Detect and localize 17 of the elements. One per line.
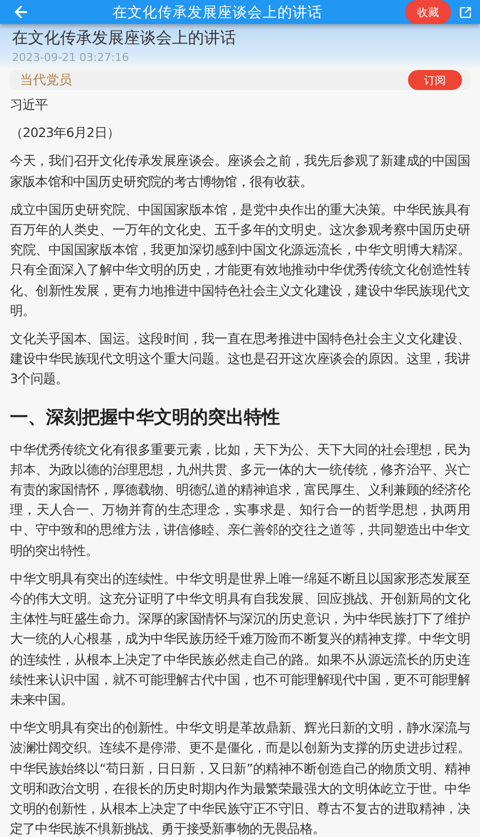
channel-name: 当代党员 bbox=[20, 72, 72, 89]
body-paragraph: （2023年6月2日） bbox=[10, 125, 120, 144]
external-link-icon[interactable] bbox=[459, 6, 472, 18]
section-heading: 一、深刻把握中华文明的突出特性 bbox=[10, 406, 281, 429]
body-paragraph: 中华优秀传统文化有很多重要元素，比如，天下为公、天下大同的社会理想，民为邦本、为政以德的治理思想，九州共贯、多元一体的大一统传统，修齐治平、兴亡有责的家国情怀，厚德载物、明德弘道的精神追求，富民厚生、义利兼顾的经济伦理，天人合一、万物并育的生态理念，实事求是、知行合一的哲学思想，执两用中、守中致和的思维方法，讲信修睦、亲仁善邻的交往之道等，共同塑造出中华文明的突出特性。 bbox=[10, 442, 470, 561]
article-title: 在文化传承发展座谈会上的讲话 bbox=[12, 28, 237, 49]
publish-date: 2023-09-21 03:27:16 bbox=[12, 51, 130, 64]
back-icon[interactable] bbox=[12, 3, 30, 21]
body-paragraph: 成立中国历史研究院、中国国家版本馆，是党中央作出的重大决策。中华民族具有百万年的人类史、一万年的文化史、五千多年的文明史。这次参观考察中国历史研究院、中国国家版本馆，我更加深切感到中国文化源远流长，中华文明博大精深。只有全面深入了解中华文明的历史，才能更有效地推动中华优秀传统文化创造性转化、创新性发展，更有力地推进中国特色社会主义文化建设，建设中华民族现代文明。 bbox=[10, 202, 470, 321]
app-bar-title: 在文化传承发展座谈会上的讲话 bbox=[112, 4, 324, 22]
body-paragraph: 中华文明具有突出的创新性。中华文明是革故鼎新、辉光日新的文明，静水深流与波澜壮阔交织。连续不是停滞、更不是僵化，而是以创新为支撑的历史进步过程。中华民族始终以“苟日新，日日新，又日新”的精神不断创造自己的物质文明、精神文明和政治文明，在很长的历史时期内作为最繁荣最强大的文明体屹立于世。中华文明的创新性，从根本上决定了中华民族守正不守旧、尊古不复古的进取精神，决定了中华民族不惧新挑战、勇于接受新事物的无畏品格。 bbox=[10, 720, 470, 837]
subscribe-button[interactable]: 订阅 bbox=[408, 70, 462, 90]
favorite-button[interactable]: 收藏 bbox=[405, 0, 451, 24]
body-paragraph: 中华文明具有突出的连续性。中华文明是世界上唯一绵延不断且以国家形态发展至今的伟大文明。这充分证明了中华文明具有自我发展、回应挑战、开创新局的文化主体性与旺盛生命力。深厚的家国情怀与深沉的历史意识，为中华民族打下了维护大一统的人心根基，成为中华民族历经千难万险而不断复兴的精神支撑。中华文明的连续性，从根本上决定了中华民族必然走自己的路。如果不从源远流长的历史连续性来认识中国，就不可能理解古代中国，也不可能理解现代中国，更不可能理解未来中国。 bbox=[10, 570, 470, 710]
body-paragraph: 今天，我们召开文化传承发展座谈会。座谈会之前，我先后参观了新建成的中国国家版本馆和中国历史研究院的考古博物馆，很有收获。 bbox=[10, 153, 470, 192]
body-paragraph: 习近平 bbox=[10, 97, 49, 115]
body-paragraph: 文化关乎国本、国运。这段时间，我一直在思考推进中国特色社会主义文化建设、建设中华民族现代文明这个重大问题。这也是召开这次座谈会的原因。这里，我讲3个问题。 bbox=[10, 331, 470, 390]
